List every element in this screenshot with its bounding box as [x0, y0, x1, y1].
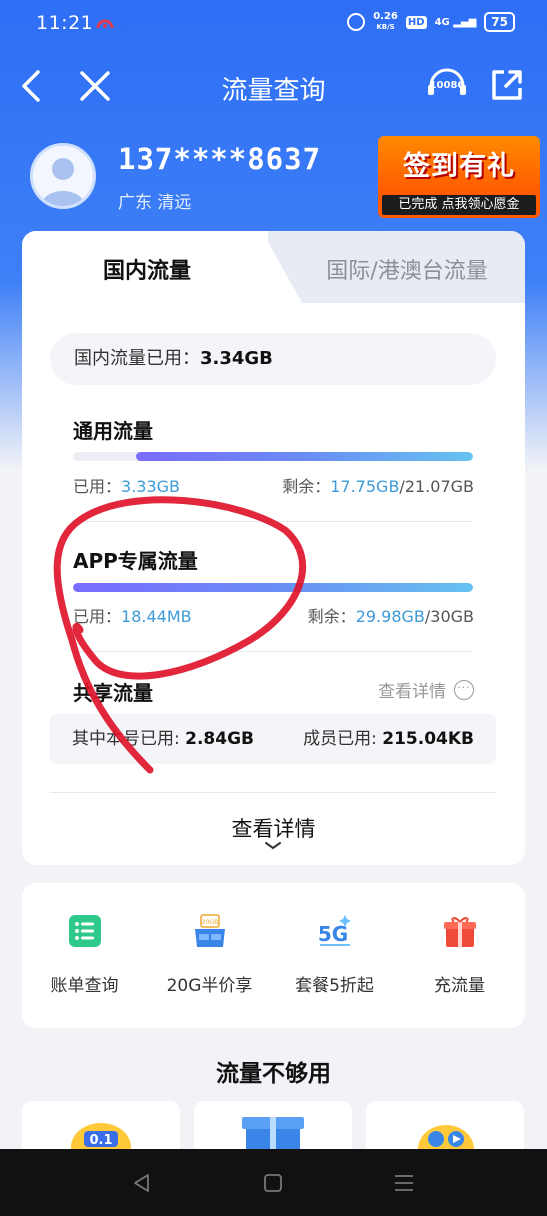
- general-total: /21.07GB: [399, 477, 474, 496]
- half-price-badge-text: 20GB: [201, 919, 217, 926]
- signal-label: 4G: [434, 16, 450, 28]
- shared-main-label: 其中本号已用:: [72, 729, 186, 749]
- general-remaining-value: 17.75GB: [330, 477, 400, 496]
- user-location: 广东 清远: [118, 193, 192, 213]
- tab-domestic[interactable]: 国内流量: [22, 253, 272, 285]
- shortcut-grid: 账单查询 20GB 20G半价享 5G 套餐5折起 充流量: [22, 883, 525, 1028]
- general-remaining: 剩余：17.75GB/21.07GB: [282, 473, 474, 497]
- shared-details-label: 查看详情: [378, 682, 446, 702]
- general-used-label: 已用：: [73, 477, 122, 496]
- shared-main-used: 其中本号已用: 2.84GB: [72, 714, 254, 764]
- shared-details-link[interactable]: 查看详情 ···: [378, 677, 474, 702]
- bill-list-icon: [68, 915, 101, 947]
- svg-text:5G: 5G: [317, 922, 347, 946]
- customer-service-button[interactable]: 10086: [425, 66, 469, 106]
- battery-icon: 75: [484, 12, 515, 32]
- alarm-icon: [347, 13, 366, 31]
- system-home-icon[interactable]: [261, 1171, 285, 1195]
- avatar[interactable]: [30, 143, 96, 209]
- app-used-value: 18.44MB: [121, 607, 192, 626]
- domestic-used-value: 3.34GB: [200, 348, 273, 369]
- app-used: 已用：18.44MB: [73, 603, 192, 627]
- app-traffic-title: APP专属流量: [73, 549, 198, 573]
- promo-title: 签到有礼: [403, 151, 515, 182]
- signal-icon: 4G ▂▄▆: [434, 16, 477, 28]
- app-remaining: 剩余：29.98GB/30GB: [308, 603, 474, 627]
- shortcut-package[interactable]: 5G 套餐5折起: [272, 913, 397, 996]
- general-traffic-bar-fill: [136, 452, 473, 461]
- share-icon[interactable]: [490, 68, 524, 102]
- network-speed-unit: KB/S: [376, 23, 395, 31]
- shared-member-value: 215.04KB: [382, 729, 474, 749]
- user-avatar-icon: [41, 158, 85, 206]
- view-details-button[interactable]: 查看详情: [22, 813, 525, 843]
- shortcut-recharge[interactable]: 充流量: [397, 913, 522, 996]
- shortcut-half-price[interactable]: 20GB 20G半价享: [147, 913, 272, 996]
- network-speed: 0.26 KB/S: [373, 12, 398, 32]
- network-speed-value: 0.26: [373, 11, 398, 22]
- more-traffic-heading: 流量不够用: [216, 1061, 331, 1087]
- general-traffic-title: 通用流量: [73, 419, 153, 443]
- divider: [50, 792, 496, 793]
- general-used-value: 3.33GB: [121, 477, 181, 496]
- divider: [73, 651, 473, 652]
- status-bar: 11:21 0.26 KB/S HD 4G ▂▄▆ 75: [0, 0, 547, 48]
- tab-international[interactable]: 国际/港澳台流量: [292, 253, 522, 285]
- shortcut-bill-label: 账单查询: [50, 976, 119, 996]
- app-remaining-label: 剩余：: [307, 607, 356, 626]
- general-traffic-bar: [73, 452, 473, 461]
- shortcut-recharge-label: 充流量: [434, 976, 485, 996]
- app-remaining-value: 29.98GB: [355, 607, 425, 626]
- shortcut-half-price-label: 20G半价享: [166, 976, 253, 996]
- app-traffic-bar: [73, 583, 473, 592]
- system-nav-bar: [0, 1149, 547, 1216]
- promo-subtitle: 已完成 点我领心愿金: [382, 195, 536, 215]
- shared-main-value: 2.84GB: [185, 729, 254, 749]
- service-number: 10086: [429, 80, 465, 91]
- gift-box-icon: [443, 917, 476, 947]
- shortcut-bill[interactable]: 账单查询: [22, 913, 147, 996]
- shared-member-label: 成员已用:: [303, 729, 383, 749]
- app-traffic-bar-fill: [73, 583, 473, 592]
- status-icons: 0.26 KB/S HD 4G ▂▄▆ 75: [347, 12, 515, 32]
- notification-app-icon: [96, 19, 114, 29]
- phone-number: 137****8637: [118, 142, 322, 176]
- shortcut-package-label: 套餐5折起: [295, 976, 374, 996]
- domestic-used-label: 国内流量已用：: [74, 348, 200, 369]
- chevron-down-icon: [265, 842, 281, 850]
- general-remaining-label: 剩余：: [282, 477, 331, 496]
- offer-card-1-badge: 0.1: [89, 1133, 112, 1148]
- app-used-label: 已用：: [73, 607, 122, 626]
- general-used: 已用：3.33GB: [73, 473, 180, 497]
- shared-member-used: 成员已用: 215.04KB: [303, 714, 474, 764]
- half-price-box-icon: 20GB: [194, 914, 225, 947]
- shared-traffic-title: 共享流量: [73, 681, 153, 705]
- 5g-icon: 5G: [317, 915, 351, 946]
- system-back-icon[interactable]: [130, 1171, 154, 1195]
- divider: [73, 521, 473, 522]
- checkin-promo-banner[interactable]: 签到有礼 已完成 点我领心愿金: [378, 136, 540, 218]
- shared-usage-box: 其中本号已用: 2.84GB 成员已用: 215.04KB: [50, 714, 496, 764]
- system-menu-icon[interactable]: [392, 1171, 416, 1195]
- app-total: /30GB: [424, 607, 474, 626]
- hd-icon: HD: [405, 15, 427, 29]
- more-icon: ···: [454, 679, 474, 700]
- domestic-used-summary: 国内流量已用：3.34GB: [50, 333, 496, 385]
- status-time: 11:21: [36, 12, 94, 34]
- top-nav: 流量查询 10086: [0, 56, 547, 116]
- traffic-card: 国内流量 国际/港澳台流量 国内流量已用：3.34GB 通用流量 已用：3.33…: [22, 231, 525, 865]
